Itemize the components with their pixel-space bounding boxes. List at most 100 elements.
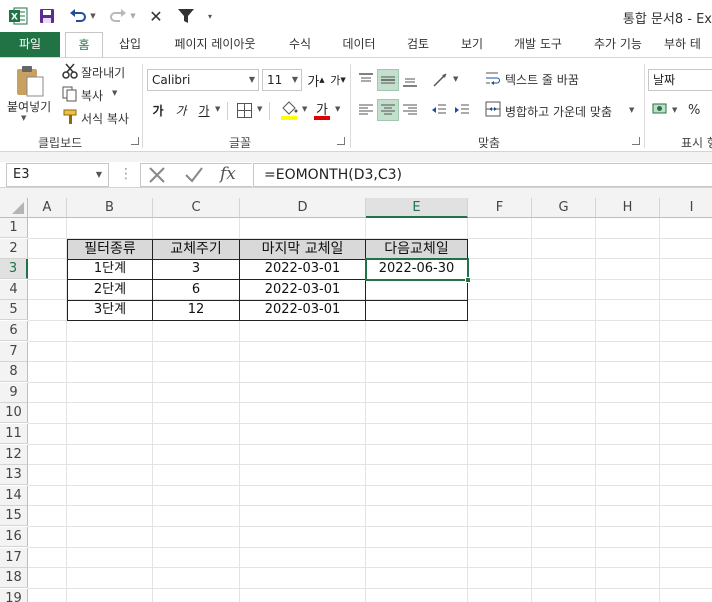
row-header-6[interactable]: 6 bbox=[0, 321, 28, 341]
row-header-13[interactable]: 13 bbox=[0, 465, 28, 486]
table-cell[interactable]: 1단계 bbox=[67, 259, 153, 281]
tab-home[interactable]: 홈 bbox=[65, 32, 103, 58]
align-left-button[interactable] bbox=[355, 99, 377, 121]
row-header-4[interactable]: 4 bbox=[0, 279, 28, 300]
undo-dropdown-icon[interactable]: ▼ bbox=[89, 7, 97, 25]
redo-icon[interactable] bbox=[108, 7, 128, 25]
vertical-dots-icon[interactable]: ⋮ bbox=[119, 167, 133, 183]
wrap-text-icon[interactable] bbox=[485, 70, 501, 86]
enter-check-icon[interactable] bbox=[184, 166, 204, 184]
fill-handle[interactable] bbox=[465, 276, 471, 283]
row-header-16[interactable]: 16 bbox=[0, 527, 28, 547]
name-box[interactable]: E3 ▼ bbox=[6, 163, 109, 187]
row-header-2[interactable]: 2 bbox=[0, 238, 28, 259]
tab-view[interactable]: 보기 bbox=[450, 32, 494, 57]
clipboard-launcher-icon[interactable] bbox=[131, 137, 139, 145]
column-header-i[interactable]: I bbox=[660, 198, 712, 218]
table-cell[interactable]: 3 bbox=[153, 259, 240, 281]
increase-indent-button[interactable] bbox=[451, 99, 473, 121]
column-header-c[interactable]: C bbox=[153, 198, 240, 218]
underline-dropdown-icon[interactable]: ▼ bbox=[215, 105, 220, 113]
align-top-button[interactable] bbox=[355, 69, 377, 91]
row-header-12[interactable]: 12 bbox=[0, 444, 28, 465]
column-header-b[interactable]: B bbox=[67, 198, 153, 218]
row-header-5[interactable]: 5 bbox=[0, 300, 28, 321]
column-header-a[interactable]: A bbox=[28, 198, 67, 218]
cancel-icon[interactable] bbox=[147, 166, 167, 184]
orientation-button[interactable] bbox=[430, 69, 452, 91]
copy-dropdown-icon[interactable]: ▼ bbox=[112, 89, 117, 97]
table-cell[interactable]: 12 bbox=[153, 300, 240, 322]
table-header-cell[interactable]: 마지막 교체일 bbox=[240, 238, 366, 260]
tab-data[interactable]: 데이터 bbox=[333, 32, 385, 57]
table-cell[interactable]: 2022-03-01 bbox=[240, 259, 366, 281]
table-header-cell[interactable]: 교체주기 bbox=[153, 238, 240, 260]
column-header-h[interactable]: H bbox=[596, 198, 660, 218]
alignment-launcher-icon[interactable] bbox=[632, 137, 640, 145]
tab-insert[interactable]: 삽입 bbox=[108, 32, 152, 57]
tab-file[interactable]: 파일 bbox=[0, 32, 60, 57]
wrap-text-button[interactable]: 텍스트 줄 바꿈 bbox=[505, 71, 579, 88]
fill-color-dropdown-icon[interactable]: ▼ bbox=[302, 105, 307, 113]
row-header-1[interactable]: 1 bbox=[0, 218, 28, 238]
table-cell[interactable] bbox=[366, 300, 468, 322]
undo-icon[interactable] bbox=[68, 7, 88, 25]
font-name-select[interactable]: Calibri ▼ bbox=[147, 69, 259, 91]
tab-team[interactable]: 부하 테 bbox=[664, 32, 712, 57]
grow-font-button[interactable]: 가 ▲ bbox=[305, 69, 327, 91]
italic-button[interactable]: 가 bbox=[170, 99, 192, 121]
tab-page-layout[interactable]: 페이지 레이아웃 bbox=[162, 32, 268, 57]
table-cell[interactable]: 2022-03-01 bbox=[240, 300, 366, 322]
customize-qat-icon[interactable]: ▾ bbox=[204, 7, 216, 25]
borders-icon[interactable] bbox=[236, 102, 253, 119]
merge-center-button[interactable]: 병합하고 가운데 맞춤 bbox=[505, 103, 612, 120]
column-header-d[interactable]: D bbox=[240, 198, 366, 218]
row-header-18[interactable]: 18 bbox=[0, 568, 28, 589]
font-size-select[interactable]: 11 ▼ bbox=[262, 69, 302, 91]
save-icon[interactable] bbox=[38, 7, 56, 25]
table-header-cell[interactable]: 다음교체일 bbox=[366, 238, 468, 260]
underline-button[interactable]: 가 bbox=[193, 99, 215, 121]
borders-dropdown-icon[interactable]: ▼ bbox=[257, 105, 262, 113]
column-header-g[interactable]: G bbox=[532, 198, 596, 218]
shrink-font-button[interactable]: 가 ▼ bbox=[327, 69, 349, 91]
tab-addins[interactable]: 추가 기능 bbox=[583, 32, 653, 57]
accounting-format-icon[interactable] bbox=[652, 101, 670, 117]
column-header-f[interactable]: F bbox=[468, 198, 532, 218]
copy-icon[interactable] bbox=[62, 86, 78, 102]
format-painter-icon[interactable] bbox=[62, 109, 78, 125]
accounting-dropdown-icon[interactable]: ▼ bbox=[672, 106, 677, 114]
column-header-e[interactable]: E bbox=[366, 198, 468, 218]
filter-icon[interactable] bbox=[176, 7, 196, 25]
paste-icon[interactable] bbox=[14, 64, 46, 98]
table-cell[interactable]: 3단계 bbox=[67, 300, 153, 322]
row-header-8[interactable]: 8 bbox=[0, 362, 28, 383]
font-color-button[interactable]: 가 bbox=[313, 99, 331, 121]
paste-button[interactable]: 붙여넣기 bbox=[7, 98, 51, 115]
row-header-3[interactable]: 3 bbox=[0, 259, 28, 280]
redo-dropdown-icon[interactable]: ▼ bbox=[129, 7, 137, 25]
tab-developer[interactable]: 개발 도구 bbox=[504, 32, 572, 57]
align-middle-button[interactable] bbox=[377, 69, 399, 91]
select-all-button[interactable] bbox=[0, 198, 28, 218]
table-header-cell[interactable]: 필터종류 bbox=[67, 238, 153, 260]
insert-function-button[interactable]: fx bbox=[220, 164, 236, 184]
row-header-19[interactable]: 19 bbox=[0, 588, 28, 602]
row-header-9[interactable]: 9 bbox=[0, 382, 28, 403]
row-header-17[interactable]: 17 bbox=[0, 547, 28, 568]
worksheet-grid[interactable]: ABCDEFGHI 1 2 3 4 5 6 7 8 9 10 11 12 13 14 15 16 17 18 19 … bbox=[0, 198, 712, 602]
align-bottom-button[interactable] bbox=[399, 69, 421, 91]
table-cell[interactable]: 2022-06-30 bbox=[366, 259, 468, 281]
decrease-indent-button[interactable] bbox=[428, 99, 450, 121]
font-launcher-icon[interactable] bbox=[337, 137, 345, 145]
bold-button[interactable]: 가 bbox=[147, 99, 169, 121]
table-cell[interactable] bbox=[366, 279, 468, 301]
cut-button[interactable]: 잘라내기 bbox=[81, 64, 125, 81]
cut-icon[interactable] bbox=[62, 63, 78, 79]
tab-review[interactable]: 검토 bbox=[396, 32, 440, 57]
formula-input[interactable]: =EOMONTH(D3,C3) bbox=[253, 163, 712, 187]
table-cell[interactable]: 6 bbox=[153, 279, 240, 301]
merge-center-icon[interactable] bbox=[485, 101, 501, 117]
number-format-select[interactable]: 날짜 bbox=[648, 69, 712, 91]
row-header-7[interactable]: 7 bbox=[0, 341, 28, 362]
